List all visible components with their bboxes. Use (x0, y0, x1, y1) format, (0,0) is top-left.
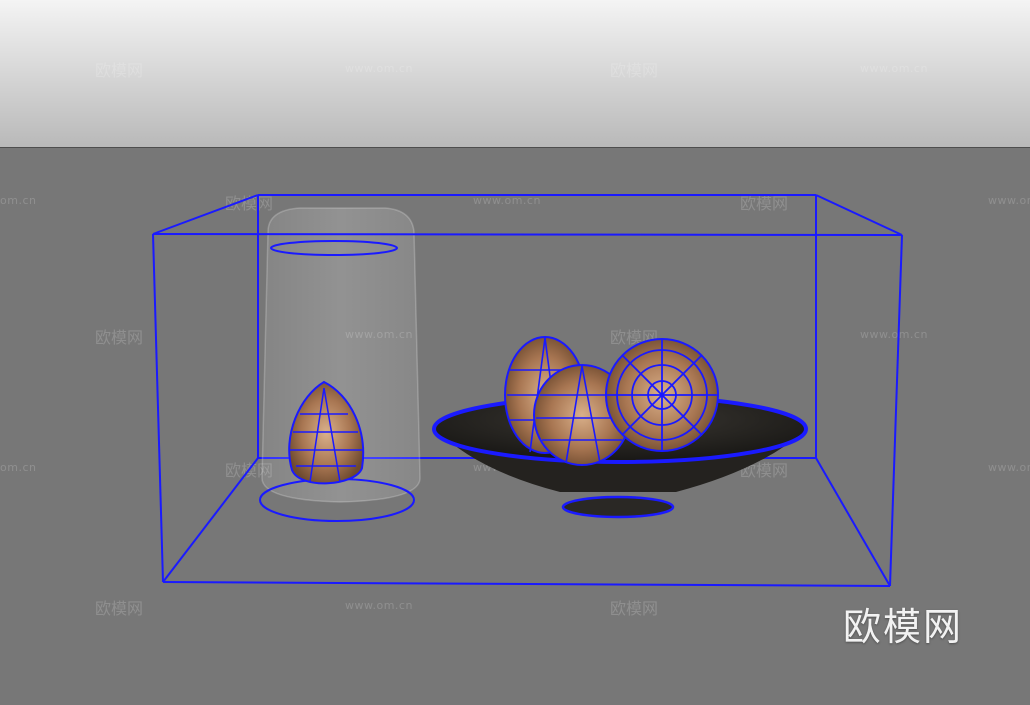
watermark-logo: 欧模网 (843, 605, 964, 649)
viewport: 欧模网 www.om.cn 欧模网 www.om.cn om.cn 欧模网 ww… (0, 0, 1030, 705)
pine-cone (605, 338, 719, 452)
large-pine-cones (504, 336, 719, 466)
